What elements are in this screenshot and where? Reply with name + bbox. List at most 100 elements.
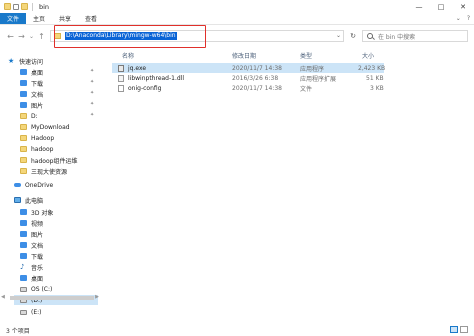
sidebar-item-pictures[interactable]: 图片 bbox=[20, 100, 43, 110]
sidebar-item-pictures-pc[interactable]: 图片 bbox=[20, 229, 43, 239]
sidebar-item-label: 图片 bbox=[31, 102, 44, 110]
new-folder-icon[interactable] bbox=[21, 3, 28, 10]
tab-share[interactable]: 共享 bbox=[52, 13, 78, 24]
maximize-button[interactable]: □ bbox=[430, 0, 452, 13]
file-date: 2020/11/7 14:38 bbox=[232, 84, 282, 92]
up-button[interactable]: ↑ bbox=[37, 30, 46, 42]
tab-file[interactable]: 文件 bbox=[0, 13, 27, 24]
column-header-label: 大小 bbox=[362, 53, 375, 60]
column-header-size[interactable]: 大小 bbox=[362, 50, 374, 61]
cloud-icon bbox=[14, 183, 21, 187]
sidebar-item-label: MyDownload bbox=[31, 123, 70, 131]
sidebar-item-hadoop-upper[interactable]: Hadoop bbox=[20, 133, 54, 143]
sidebar-item-label: 视频 bbox=[31, 220, 44, 228]
file-name-cell[interactable]: libwinpthread-1.dll bbox=[118, 73, 184, 83]
folder-icon bbox=[4, 3, 11, 10]
column-header-type[interactable]: 类型 bbox=[300, 50, 312, 61]
file-date: 2020/11/7 14:38 bbox=[232, 64, 282, 72]
sidebar-item-onedrive[interactable]: OneDrive bbox=[14, 180, 53, 190]
sidebar-item-e-drive[interactable]: (E:) bbox=[20, 307, 42, 317]
column-header-date[interactable]: 修改日期 bbox=[232, 50, 256, 61]
back-button[interactable]: ← bbox=[6, 30, 15, 42]
file-type: 应用程序 bbox=[300, 65, 325, 73]
sidebar-item-hadoop-ops[interactable]: hadoop组件运维 bbox=[20, 155, 77, 165]
sidebar-item-resources[interactable]: 三现大使资源 bbox=[20, 166, 67, 176]
desktop-icon bbox=[20, 275, 27, 281]
sidebar-item-mydownload[interactable]: MyDownload bbox=[20, 122, 70, 132]
table-row[interactable]: onig-config 2020/11/7 14:38 文件 3 KB bbox=[112, 83, 384, 93]
scrollbar-thumb[interactable] bbox=[10, 296, 94, 300]
item-count: 3 个项目 bbox=[6, 327, 30, 335]
folder-icon bbox=[20, 168, 27, 174]
close-button[interactable]: ✕ bbox=[452, 0, 474, 13]
table-row[interactable]: libwinpthread-1.dll 2016/3/26 6:38 应用程序扩… bbox=[112, 73, 384, 83]
chevron-down-icon[interactable]: ⌄ bbox=[336, 32, 341, 39]
toolbar-divider bbox=[32, 2, 33, 11]
file-name-cell[interactable]: onig-config bbox=[118, 83, 161, 93]
sidebar-item-label: OS (C:) bbox=[31, 285, 53, 293]
sidebar-item-label: 音乐 bbox=[31, 264, 44, 272]
sidebar-item-label: 3D 对象 bbox=[31, 209, 54, 217]
expand-ribbon-button[interactable]: ⌄ bbox=[456, 15, 461, 22]
sidebar-horizontal-scrollbar[interactable]: ◀ ▶ bbox=[0, 294, 100, 302]
file-size: 51 KB bbox=[366, 74, 384, 82]
sidebar-item-label: (E:) bbox=[31, 308, 42, 316]
sidebar-item-music[interactable]: ♪ 音乐 bbox=[20, 262, 43, 272]
sidebar-item-label: 下载 bbox=[31, 253, 44, 261]
refresh-button[interactable]: ↻ bbox=[348, 30, 358, 42]
folder-icon bbox=[20, 124, 27, 130]
pin-icon: ✦ bbox=[90, 68, 95, 74]
highlight-annotation-box bbox=[54, 25, 206, 48]
sidebar-item-3d-objects[interactable]: 3D 对象 bbox=[20, 207, 53, 217]
sidebar-item-downloads-pc[interactable]: 下载 bbox=[20, 251, 43, 261]
minimize-button[interactable]: — bbox=[408, 0, 430, 13]
video-icon bbox=[20, 220, 27, 226]
file-date: 2016/3/26 6:38 bbox=[232, 74, 279, 82]
status-bar: 3 个项目 bbox=[0, 324, 474, 336]
file-name: onig-config bbox=[128, 84, 162, 92]
sidebar-item-downloads[interactable]: 下载 bbox=[20, 78, 43, 88]
sidebar-item-label: hadoop bbox=[31, 145, 54, 153]
sidebar-item-label: 三现大使资源 bbox=[31, 168, 68, 176]
pc-icon bbox=[14, 197, 21, 203]
search-input[interactable]: 在 bin 中搜索 bbox=[362, 30, 468, 42]
details-view-icon[interactable] bbox=[450, 326, 458, 333]
sidebar-item-this-pc[interactable]: 此电脑 bbox=[14, 195, 43, 205]
tab-view[interactable]: 查看 bbox=[78, 13, 104, 24]
file-name: libwinpthread-1.dll bbox=[128, 74, 185, 82]
scroll-left-icon[interactable]: ◀ bbox=[1, 294, 5, 300]
pin-icon: ✦ bbox=[90, 79, 95, 85]
file-name: jq.exe bbox=[128, 64, 147, 72]
large-icons-view-icon[interactable] bbox=[460, 326, 468, 333]
sidebar-item-hadoop[interactable]: hadoop bbox=[20, 144, 53, 154]
sidebar-item-label: D: bbox=[31, 112, 38, 120]
sidebar-item-documents-pc[interactable]: 文档 bbox=[20, 240, 43, 250]
sidebar-item-label: 文档 bbox=[31, 91, 44, 99]
document-icon bbox=[20, 91, 27, 97]
tab-home[interactable]: 主页 bbox=[26, 13, 52, 24]
column-header-label: 类型 bbox=[300, 53, 313, 60]
desktop-icon bbox=[20, 69, 27, 75]
quick-access-toolbar bbox=[4, 2, 35, 11]
sidebar-item-d-drive-pinned[interactable]: D: bbox=[20, 111, 38, 121]
column-header-name[interactable]: 名称 bbox=[122, 50, 134, 61]
scroll-right-icon[interactable]: ▶ bbox=[95, 294, 99, 300]
sidebar-item-desktop-pc[interactable]: 桌面 bbox=[20, 273, 43, 283]
forward-button[interactable]: → bbox=[17, 30, 26, 42]
sidebar-item-documents[interactable]: 文档 bbox=[20, 89, 43, 99]
sidebar-item-desktop[interactable]: 桌面 bbox=[20, 67, 43, 77]
sidebar-item-c-drive[interactable]: OS (C:) bbox=[20, 284, 52, 294]
picture-icon bbox=[20, 102, 27, 108]
properties-icon[interactable] bbox=[13, 3, 19, 10]
sidebar-item-quick-access[interactable]: ★ 快速访问 bbox=[8, 56, 43, 66]
recent-locations-button[interactable]: ⌄ bbox=[27, 30, 36, 42]
file-size: 3 KB bbox=[370, 84, 384, 92]
file-name-cell[interactable]: jq.exe bbox=[118, 63, 146, 73]
column-header-label: 名称 bbox=[122, 53, 135, 60]
file-size: 2,423 KB bbox=[358, 64, 386, 72]
help-button[interactable]: ? bbox=[467, 15, 470, 22]
sidebar-item-label: Hadoop bbox=[31, 134, 55, 142]
sidebar-item-videos[interactable]: 视频 bbox=[20, 218, 43, 228]
table-row[interactable]: jq.exe 2020/11/7 14:38 应用程序 2,423 KB bbox=[112, 63, 386, 73]
download-icon bbox=[20, 80, 27, 86]
